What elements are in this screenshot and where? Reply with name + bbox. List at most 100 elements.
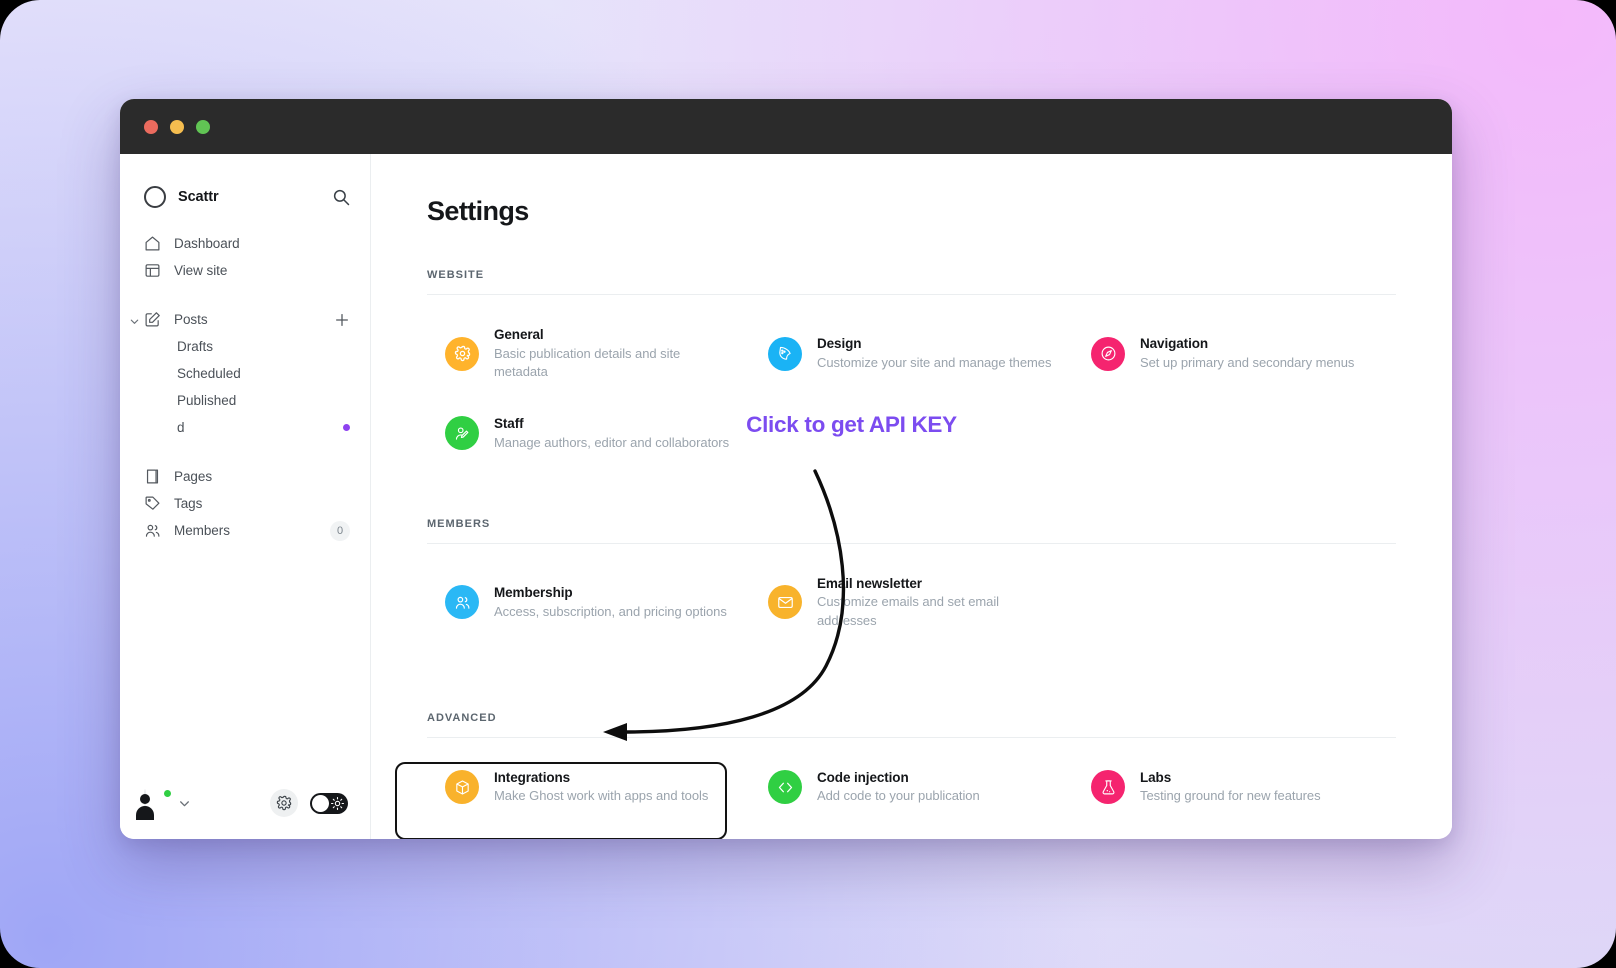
- sun-icon: [331, 796, 344, 810]
- minimize-window-button[interactable]: [170, 119, 184, 134]
- card-description: Basic publication details and site metad…: [494, 345, 681, 380]
- settings-grid: Integrations Make Ghost work with apps a…: [395, 738, 1396, 839]
- annotation-text: Click to get API KEY: [746, 412, 957, 437]
- sidebar-item-label: Members: [174, 523, 230, 538]
- book-icon: [144, 468, 161, 485]
- card-text: Design Customize your site and manage th…: [817, 334, 1051, 372]
- palette-icon: [768, 336, 802, 371]
- layout-icon: [144, 262, 161, 279]
- settings-card-design[interactable]: Design Customize your site and manage th…: [750, 317, 1073, 390]
- sidebar-subitem-label: Scheduled: [177, 366, 241, 381]
- sidebar-item-label: Dashboard: [174, 236, 240, 251]
- sidebar-item-dashboard[interactable]: Dashboard: [120, 230, 370, 257]
- flask-icon: [1091, 770, 1125, 805]
- card-text: Navigation Set up primary and secondary …: [1140, 334, 1354, 372]
- avatar[interactable]: [144, 789, 172, 816]
- card-description: Customize your site and manage themes: [817, 354, 1052, 370]
- avatar-image: [144, 789, 146, 808]
- section-label: MEMBERS: [427, 517, 491, 530]
- sidebar-item-tags[interactable]: Tags: [120, 490, 370, 517]
- row-spacer: [427, 390, 1396, 406]
- card-description: Make Ghost work with apps and tools: [494, 788, 709, 804]
- browser-window: Scattr Dashboard View site Posts Drafts …: [120, 99, 1452, 839]
- card-text: Labs Testing ground for new features: [1140, 768, 1321, 806]
- sidebar-subitem-label: Drafts: [177, 339, 214, 354]
- sidebar-subitem-label: d: [177, 420, 185, 435]
- sidebar-item-posts[interactable]: Posts: [120, 306, 370, 333]
- card-title: Labs: [1140, 769, 1172, 785]
- online-status-dot: [163, 789, 172, 798]
- settings-card-labs[interactable]: Labs Testing ground for new features: [1073, 760, 1396, 814]
- nav-secondary: Pages Tags Members 0: [120, 463, 370, 544]
- sidebar-item-members[interactable]: Members 0: [120, 517, 370, 544]
- card-description: Set up primary and secondary menus: [1140, 354, 1355, 370]
- cube-icon: [445, 770, 479, 805]
- settings-grid: General Basic publication details and si…: [427, 295, 1396, 390]
- sidebar-item-d[interactable]: d: [120, 414, 370, 441]
- sidebar-item-published[interactable]: Published: [120, 387, 370, 414]
- people-icon: [445, 585, 479, 620]
- card-title: General: [494, 327, 544, 342]
- card-text: Integrations Make Ghost work with apps a…: [494, 768, 708, 806]
- tag-icon: [144, 495, 161, 512]
- sidebar-item-view-site[interactable]: View site: [120, 257, 370, 284]
- card-description: Add code to your publication: [817, 788, 980, 804]
- sidebar-item-drafts[interactable]: Drafts: [120, 333, 370, 360]
- page-title: Settings: [427, 196, 529, 226]
- plus-icon[interactable]: [334, 312, 350, 328]
- card-description: Access, subscription, and pricing option…: [494, 603, 727, 619]
- card-text: General Basic publication details and si…: [494, 325, 734, 382]
- sidebar-item-label: Tags: [174, 496, 203, 511]
- settings-grid: Membership Access, subscription, and pri…: [427, 544, 1396, 639]
- search-icon[interactable]: [332, 188, 350, 206]
- background-canvas: Scattr Dashboard View site Posts Drafts …: [0, 0, 1616, 968]
- sidebar: Scattr Dashboard View site Posts Drafts …: [120, 154, 371, 839]
- close-window-button[interactable]: [144, 119, 158, 134]
- sidebar-item-pages[interactable]: Pages: [120, 463, 370, 490]
- maximize-window-button[interactable]: [196, 119, 210, 134]
- section-members: MEMBERS Membership Access, subscription,…: [427, 518, 1396, 639]
- section-label: WEBSITE: [427, 269, 485, 281]
- settings-card-integrations[interactable]: Integrations Make Ghost work with apps a…: [427, 760, 750, 814]
- people-icon: [144, 522, 161, 539]
- envelope-icon: [768, 585, 802, 620]
- circle-logo-icon: [144, 186, 166, 208]
- sidebar-footer: [120, 789, 370, 817]
- theme-toggle[interactable]: [310, 792, 348, 814]
- chevron-down-icon[interactable]: [178, 797, 191, 810]
- card-text: Email newsletter Customize emails and se…: [817, 574, 1057, 631]
- settings-card-code-injection[interactable]: Code injection Add code to your publicat…: [750, 760, 1073, 814]
- sidebar-item-scheduled[interactable]: Scheduled: [120, 360, 370, 387]
- card-description: Customize emails and set email addresses: [817, 594, 1000, 629]
- code-icon: [768, 770, 802, 805]
- sidebar-item-label: Posts: [174, 312, 208, 327]
- card-title: Email newsletter: [817, 575, 922, 591]
- chevron-down-icon[interactable]: [129, 314, 140, 325]
- window-body: Scattr Dashboard View site Posts Drafts …: [120, 154, 1452, 839]
- sidebar-subitem-label: Published: [177, 393, 237, 408]
- gear-icon[interactable]: [270, 789, 298, 817]
- settings-card-email-newsletter[interactable]: Email newsletter Customize emails and se…: [750, 566, 1073, 639]
- section-advanced: ADVANCED Integrations Make Ghost work wi…: [395, 711, 1396, 839]
- nav-posts-group: Posts Drafts Scheduled Published d: [120, 306, 370, 441]
- brand-name: Scattr: [178, 189, 219, 205]
- nav-primary: Dashboard View site: [120, 230, 370, 284]
- settings-card-general[interactable]: General Basic publication details and si…: [427, 317, 750, 390]
- settings-card-membership[interactable]: Membership Access, subscription, and pri…: [427, 566, 750, 639]
- settings-card-navigation[interactable]: Navigation Set up primary and secondary …: [1073, 317, 1396, 390]
- unsaved-dot-indicator: [343, 424, 350, 431]
- card-text: Code injection Add code to your publicat…: [817, 768, 980, 806]
- brand-row[interactable]: Scattr: [120, 176, 370, 218]
- pencil-square-icon: [144, 311, 161, 328]
- toggle-knob: [312, 794, 329, 812]
- card-title: Membership: [494, 585, 573, 601]
- section-label: ADVANCED: [427, 711, 497, 724]
- card-title: Code injection: [817, 769, 909, 785]
- compass-icon: [1091, 336, 1125, 371]
- window-titlebar: [120, 99, 1452, 154]
- settings-main: Settings WEBSITE General Basic publicati…: [371, 154, 1452, 839]
- card-text: Membership Access, subscription, and pri…: [494, 583, 727, 621]
- card-title: Design: [817, 336, 862, 352]
